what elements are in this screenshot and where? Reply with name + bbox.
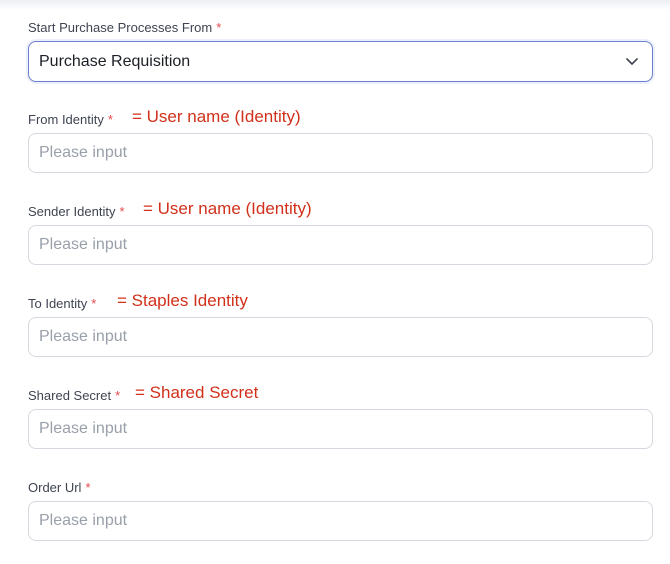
to-identity-field: To Identity * = Staples Identity Please i… (28, 291, 653, 357)
shared-secret-field: Shared Secret * = Shared Secret Please in… (28, 383, 653, 449)
sender-identity-input[interactable]: Please input (28, 225, 653, 265)
sender-identity-placeholder: Please input (39, 236, 128, 253)
start-from-field: Start Purchase Processes From * Purchase … (28, 19, 653, 82)
required-asterisk: * (119, 204, 125, 219)
sender-identity-label-row: Sender Identity * = User name (Identity) (28, 199, 653, 221)
to-identity-label-row: To Identity * = Staples Identity (28, 291, 653, 313)
from-identity-field: From Identity * = User name (Identity) Pl… (28, 107, 653, 173)
from-identity-input[interactable]: Please input (28, 133, 653, 173)
shared-secret-placeholder: Please input (39, 420, 128, 437)
to-identity-annotation: = Staples Identity (117, 291, 248, 310)
from-identity-label-row: From Identity * = User name (Identity) (28, 107, 653, 129)
purchase-settings-form: Start Purchase Processes From * Purchase … (0, 0, 670, 564)
required-asterisk: * (115, 388, 121, 403)
chevron-down-icon (626, 56, 638, 68)
start-from-select[interactable]: Purchase Requisition (28, 41, 653, 82)
to-identity-label: To Identity (28, 296, 88, 311)
sender-identity-field: Sender Identity * = User name (Identity) … (28, 199, 653, 265)
order-url-input[interactable]: Please input (28, 501, 653, 541)
shared-secret-input[interactable]: Please input (28, 409, 653, 449)
from-identity-label: From Identity (28, 112, 104, 127)
start-from-label: Start Purchase Processes From (28, 20, 213, 35)
order-url-label-row: Order Url * (28, 479, 653, 497)
order-url-label: Order Url (28, 480, 82, 495)
from-identity-annotation: = User name (Identity) (132, 107, 301, 126)
order-url-field: Order Url * Please input (28, 479, 653, 541)
to-identity-input[interactable]: Please input (28, 317, 653, 357)
to-identity-placeholder: Please input (39, 328, 128, 345)
required-asterisk: * (85, 480, 91, 495)
shared-secret-label: Shared Secret (28, 388, 112, 403)
required-asterisk: * (107, 112, 113, 127)
required-asterisk: * (91, 296, 97, 311)
start-from-label-row: Start Purchase Processes From * (28, 19, 653, 37)
shared-secret-label-row: Shared Secret * = Shared Secret (28, 383, 653, 405)
sender-identity-annotation: = User name (Identity) (143, 199, 312, 218)
from-identity-placeholder: Please input (39, 144, 128, 161)
start-from-selected-value: Purchase Requisition (39, 52, 191, 70)
shared-secret-annotation: = Shared Secret (135, 383, 259, 402)
sender-identity-label: Sender Identity (28, 204, 116, 219)
order-url-placeholder: Please input (39, 512, 128, 529)
required-asterisk: * (216, 20, 222, 35)
